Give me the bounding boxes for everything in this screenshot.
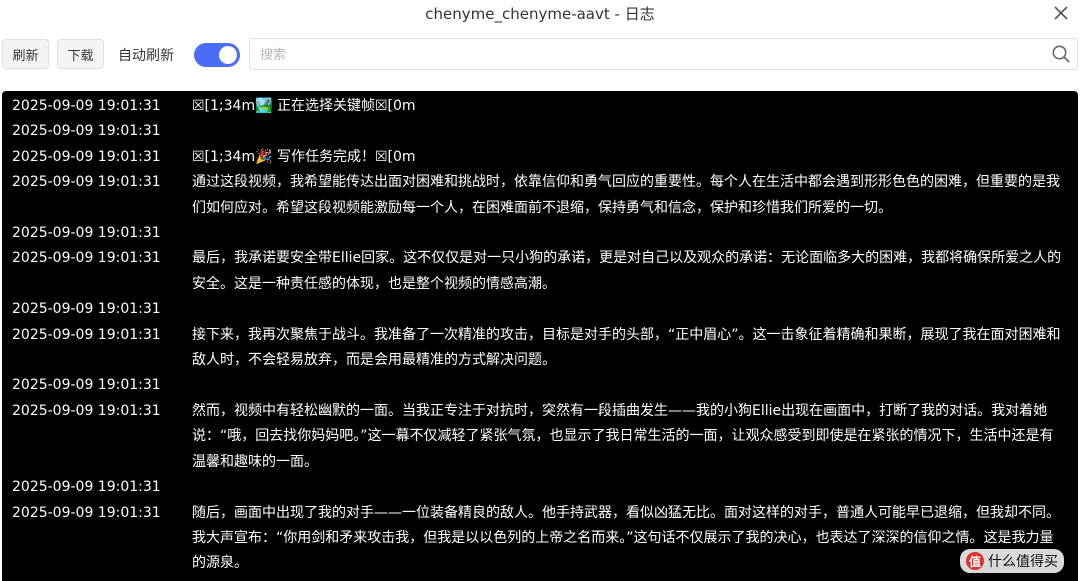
log-row: 2025-09-09 19:01:31: [2, 221, 1078, 246]
log-message: 然而，视频中有轻松幽默的一面。当我正专注于对抗时，突然有一段插曲发生——我的小狗…: [192, 402, 1054, 470]
log-message: ☒[1;34m🏞️ 正在选择关键帧☒[0m: [192, 98, 416, 114]
close-icon[interactable]: [1050, 2, 1072, 24]
toggle-knob: [219, 46, 237, 64]
log-timestamp: 2025-09-09 19:01:31: [12, 225, 161, 242]
log-row: 2025-09-09 19:01:31 最后，我承诺要安全带Ellie回家。这不仅…: [2, 246, 1078, 297]
log-timestamp: 2025-09-09 19:01:31: [12, 98, 161, 114]
log-row: 2025-09-09 19:01:31 随后，画面中出现了我的对手——一位装备精良…: [2, 501, 1078, 577]
log-timestamp: 2025-09-09 19:01:31: [12, 250, 161, 267]
refresh-button[interactable]: 刷新: [2, 39, 49, 69]
toolbar: 刷新 下载 自动刷新: [0, 34, 1080, 76]
log-timestamp: 2025-09-09 19:01:31: [12, 402, 161, 419]
log-message: 最后，我承诺要安全带Ellie回家。这不仅仅是对一只小狗的承诺，更是对自己以及观…: [192, 250, 1062, 292]
log-timestamp: 2025-09-09 19:01:31: [12, 326, 161, 343]
log-timestamp: 2025-09-09 19:01:31: [12, 148, 161, 165]
search-icon[interactable]: [1051, 44, 1071, 64]
log-panel[interactable]: 2025-09-09 19:01:31 ☒[1;34m🏞️ 正在选择关键帧☒[0m…: [2, 91, 1078, 581]
log-timestamp: 2025-09-09 19:01:31: [12, 123, 161, 140]
log-timestamp: 2025-09-09 19:01:31: [12, 377, 161, 394]
download-button[interactable]: 下载: [57, 39, 104, 69]
log-row: 2025-09-09 19:01:31 ☒[1;34m🎉 写作任务完成！☒[0m: [2, 145, 1078, 170]
log-row: 2025-09-09 19:01:31: [2, 475, 1078, 500]
watermark-logo: 值: [966, 552, 984, 570]
log-row: 2025-09-09 19:01:31 通过这段视频，我希望能传达出面对困难和挑战…: [2, 170, 1078, 221]
log-message: ☒[1;34m🎉 写作任务完成！☒[0m: [192, 148, 416, 165]
auto-refresh-label: 自动刷新: [118, 48, 174, 64]
title-bar: chenyme_chenyme-aavt - 日志: [0, 0, 1080, 26]
log-timestamp: 2025-09-09 19:01:31: [12, 479, 161, 496]
window-title: chenyme_chenyme-aavt - 日志: [425, 4, 655, 23]
log-row: 2025-09-09 19:01:31 接下来，我再次聚焦于战斗。我准备了一次精准…: [2, 323, 1078, 374]
log-message: 随后，画面中出现了我的对手——一位装备精良的敌人。他手持武器，看似凶猛无比。面对…: [192, 504, 1060, 572]
log-row: 2025-09-09 19:01:31: [2, 297, 1078, 322]
log-list: 2025-09-09 19:01:31 ☒[1;34m🏞️ 正在选择关键帧☒[0m…: [2, 94, 1078, 577]
log-row: 2025-09-09 19:01:31: [2, 373, 1078, 398]
search-box: [249, 38, 1078, 71]
watermark: 值 什么值得买: [960, 549, 1064, 573]
log-message: 接下来，我再次聚焦于战斗。我准备了一次精准的攻击，目标是对手的头部，“正中眉心”…: [192, 326, 1061, 369]
log-message: 通过这段视频，我希望能传达出面对困难和挑战时，依靠信仰和勇气回应的重要性。每个人…: [192, 174, 1060, 216]
log-timestamp: 2025-09-09 19:01:31: [12, 174, 161, 191]
watermark-text: 什么值得买: [988, 554, 1058, 570]
log-row: 2025-09-09 19:01:31: [2, 119, 1078, 144]
log-row: 2025-09-09 19:01:31 然而，视频中有轻松幽默的一面。当我正专注于…: [2, 399, 1078, 475]
log-row: 2025-09-09 19:01:31 ☒[1;34m🏞️ 正在选择关键帧☒[0m: [2, 94, 1078, 119]
log-timestamp: 2025-09-09 19:01:31: [12, 301, 161, 318]
log-window: chenyme_chenyme-aavt - 日志 刷新 下载 自动刷新 202: [0, 0, 1080, 581]
search-input[interactable]: [250, 39, 1042, 71]
log-timestamp: 2025-09-09 19:01:31: [12, 504, 161, 521]
auto-refresh-toggle[interactable]: [194, 43, 240, 67]
